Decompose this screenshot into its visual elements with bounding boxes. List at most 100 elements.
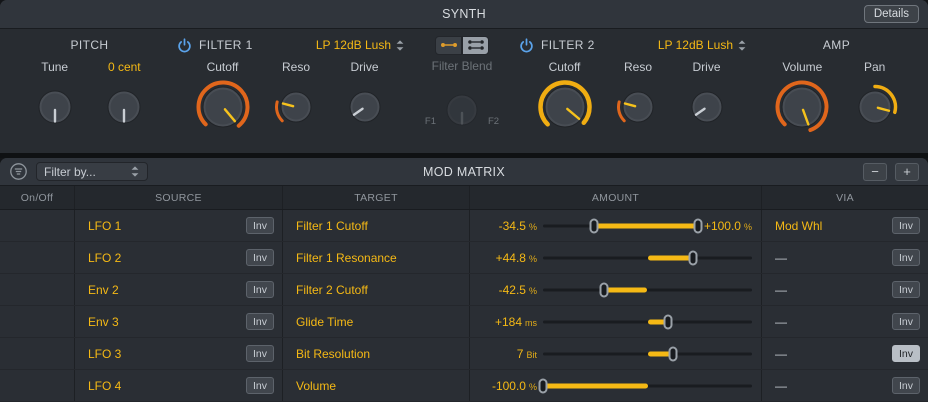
source-select[interactable]: Env 2 — [88, 283, 232, 297]
slider-handle[interactable] — [668, 346, 677, 361]
source-select[interactable]: LFO 1 — [88, 219, 232, 233]
amount-value[interactable]: +44.8% — [479, 251, 537, 265]
synth-panel: SYNTH Details PITCH Tune0 cent FILTER 1 … — [0, 0, 928, 153]
via-select[interactable]: — — [775, 347, 878, 361]
knob-block-reso: Reso — [616, 60, 660, 137]
mod-matrix-rows: LFO 1 Inv Filter 1 Cutoff -34.5% +100.0%… — [0, 210, 928, 402]
volume-knob[interactable] — [775, 77, 829, 137]
pan-knob[interactable] — [852, 77, 898, 137]
filter2-label: FILTER 2 — [541, 38, 595, 52]
cutoff-knob[interactable] — [196, 77, 250, 137]
knob-block-cutoff: Cutoff — [538, 60, 592, 137]
via-select[interactable]: Mod Whl — [775, 219, 878, 233]
filter2-mode-value: LP 12dB Lush — [658, 38, 733, 52]
knob-label: Reso — [624, 60, 652, 77]
via-select[interactable]: — — [775, 379, 878, 393]
mod-matrix-column-headers: On/Off SOURCE TARGET AMOUNT VIA — [0, 186, 928, 210]
column-header-target: TARGET — [283, 186, 470, 209]
source-select[interactable]: LFO 3 — [88, 347, 232, 361]
amount-value[interactable]: 7Bit — [479, 347, 537, 361]
slider-handle[interactable] — [693, 218, 702, 233]
via-amount-value[interactable]: +100.0% — [704, 219, 752, 233]
add-row-button[interactable]: + — [895, 163, 919, 181]
amount-slider[interactable] — [543, 249, 752, 267]
amount-value[interactable]: -34.5% — [479, 219, 537, 233]
amount-value[interactable]: +184ms — [479, 315, 537, 329]
filter-blend-knob[interactable] — [440, 88, 484, 132]
via-invert-button[interactable]: Inv — [892, 249, 920, 266]
knob-block-tune: Tune — [32, 60, 78, 137]
source-invert-button[interactable]: Inv — [246, 377, 274, 394]
via-invert-button[interactable]: Inv — [892, 281, 920, 298]
source-select[interactable]: Env 3 — [88, 315, 232, 329]
source-invert-button[interactable]: Inv — [246, 345, 274, 362]
via-invert-button[interactable]: Inv — [892, 313, 920, 330]
drive-knob[interactable] — [343, 77, 387, 137]
source-invert-button[interactable]: Inv — [246, 313, 274, 330]
amount-slider[interactable] — [543, 345, 752, 363]
slider-handle[interactable] — [539, 378, 548, 393]
knob-label: Drive — [692, 60, 720, 77]
filter1-mode-select[interactable]: LP 12dB Lush — [316, 38, 405, 52]
source-invert-button[interactable]: Inv — [246, 249, 274, 266]
details-button[interactable]: Details — [864, 5, 919, 23]
filter-series-button[interactable] — [435, 36, 462, 55]
cutoff-knob[interactable] — [538, 77, 592, 137]
slider-bar — [648, 255, 694, 260]
knob-block-drive: Drive — [343, 60, 387, 137]
reso-knob[interactable] — [274, 77, 318, 137]
knob-label: Drive — [350, 60, 378, 77]
slider-handle[interactable] — [689, 250, 698, 265]
target-select[interactable]: Filter 1 Resonance — [296, 251, 454, 265]
slider-bar — [604, 287, 648, 292]
knob-label: Pan — [864, 60, 885, 77]
filter-blend-knob-row: F1 F2 — [411, 76, 513, 136]
mod-matrix-row: LFO 1 Inv Filter 1 Cutoff -34.5% +100.0%… — [0, 210, 928, 242]
filter2-power-toggle[interactable] — [519, 38, 534, 53]
drive-knob[interactable] — [685, 77, 729, 137]
filter-menu-icon[interactable] — [9, 162, 28, 181]
via-invert-button[interactable]: Inv — [892, 217, 920, 234]
target-select[interactable]: Filter 2 Cutoff — [296, 283, 454, 297]
slider-handle[interactable] — [599, 282, 608, 297]
target-select[interactable]: Filter 1 Cutoff — [296, 219, 454, 233]
amount-slider[interactable] — [543, 217, 698, 235]
slider-bar — [543, 383, 648, 388]
knob-label: Volume — [782, 60, 822, 77]
remove-row-button[interactable]: − — [863, 163, 887, 181]
amount-slider[interactable] — [543, 281, 752, 299]
target-select[interactable]: Glide Time — [296, 315, 454, 329]
via-select[interactable]: — — [775, 315, 878, 329]
amount-value[interactable]: -100.0% — [479, 379, 537, 393]
column-header-onoff: On/Off — [0, 186, 75, 209]
amount-slider[interactable] — [543, 313, 752, 331]
filter-parallel-button[interactable] — [462, 36, 489, 55]
tune-knob[interactable] — [32, 77, 78, 137]
mod-matrix-title: MOD MATRIX — [423, 165, 505, 179]
source-invert-button[interactable]: Inv — [246, 217, 274, 234]
slider-handle[interactable] — [590, 218, 599, 233]
source-select[interactable]: LFO 2 — [88, 251, 232, 265]
knob-label: Cutoff — [207, 60, 239, 77]
via-select[interactable]: — — [775, 283, 878, 297]
source-invert-button[interactable]: Inv — [246, 281, 274, 298]
knob-block-volume: Volume — [775, 60, 829, 137]
reso-knob[interactable] — [616, 77, 660, 137]
via-select[interactable]: — — [775, 251, 878, 265]
filter1-label: FILTER 1 — [199, 38, 253, 52]
column-header-source: SOURCE — [75, 186, 283, 209]
amount-value[interactable]: -42.5% — [479, 283, 537, 297]
0-cent-knob[interactable] — [101, 77, 147, 137]
target-select[interactable]: Bit Resolution — [296, 347, 454, 361]
filter2-mode-select[interactable]: LP 12dB Lush — [658, 38, 747, 52]
filter-by-select[interactable]: Filter by... — [36, 162, 148, 181]
filter1-mode-value: LP 12dB Lush — [316, 38, 391, 52]
filter1-power-toggle[interactable] — [177, 38, 192, 53]
pitch-knob-row: Tune0 cent — [8, 60, 171, 137]
slider-handle[interactable] — [664, 314, 673, 329]
via-invert-button[interactable]: Inv — [892, 345, 920, 362]
source-select[interactable]: LFO 4 — [88, 379, 232, 393]
target-select[interactable]: Volume — [296, 379, 454, 393]
via-invert-button[interactable]: Inv — [892, 377, 920, 394]
amount-slider[interactable] — [543, 377, 752, 395]
